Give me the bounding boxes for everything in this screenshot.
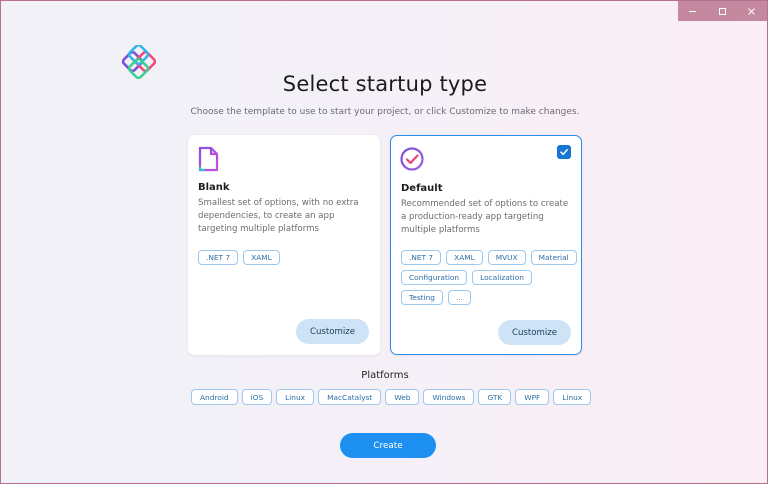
- platform-chip-ios: iOS: [241, 389, 273, 405]
- tag-chip: Testing: [401, 290, 443, 305]
- card-tags: .NET 7 XAML MVUX Material Configuration …: [401, 250, 577, 305]
- check-circle-icon: [400, 147, 424, 171]
- card-title: Default: [401, 183, 443, 194]
- card-tags: .NET 7 XAML: [198, 250, 374, 265]
- tag-chip: Localization: [472, 270, 532, 285]
- checkmark-icon: [560, 149, 568, 156]
- template-card-blank[interactable]: Blank Smallest set of options, with no e…: [188, 135, 380, 355]
- tag-chip: XAML: [446, 250, 483, 265]
- file-icon: [198, 146, 219, 172]
- platform-chip-windows: Windows: [423, 389, 475, 405]
- page-subtitle: Choose the template to use to start your…: [190, 107, 580, 117]
- close-icon: [748, 7, 756, 15]
- tag-chip: .NET 7: [401, 250, 442, 265]
- platforms-list: Android iOS Linux MacCatalyst Web Window…: [191, 389, 592, 405]
- platform-chip-gtk: GTK: [478, 389, 512, 405]
- create-button[interactable]: Create: [340, 433, 436, 458]
- platform-chip-maccatalyst: MacCatalyst: [318, 389, 382, 405]
- tag-chip: MVUX: [487, 250, 526, 265]
- app-window: Select startup type Choose the template …: [0, 0, 768, 484]
- page-title: Select startup type: [282, 72, 488, 96]
- minimize-icon: [689, 10, 697, 12]
- platform-chip-wpf: WPF: [515, 389, 550, 405]
- maximize-button[interactable]: [708, 1, 738, 21]
- window-controls: [678, 1, 767, 21]
- close-button[interactable]: [737, 1, 767, 21]
- tag-chip: XAML: [243, 250, 280, 265]
- platform-chip-android: Android: [191, 389, 238, 405]
- template-card-default[interactable]: Default Recommended set of options to cr…: [390, 135, 582, 355]
- platforms-heading: Platforms: [361, 370, 409, 381]
- tag-chip: Configuration: [401, 270, 468, 285]
- platform-chip-linux: Linux: [276, 389, 315, 405]
- maximize-icon: [718, 7, 726, 15]
- customize-button-blank[interactable]: Customize: [296, 319, 369, 344]
- platform-chip-linux-fb: Linux: [553, 389, 592, 405]
- selected-checkbox[interactable]: [557, 145, 571, 159]
- tag-chip: Material: [530, 250, 577, 265]
- more-tags-chip[interactable]: ...: [447, 290, 472, 305]
- platform-chip-web: Web: [385, 389, 420, 405]
- tag-chip: .NET 7: [198, 250, 239, 265]
- card-description: Smallest set of options, with no extra d…: [198, 198, 359, 234]
- minimize-button[interactable]: [678, 1, 708, 21]
- customize-button-default[interactable]: Customize: [498, 320, 571, 345]
- card-description: Recommended set of options to create a p…: [401, 199, 569, 235]
- card-title: Blank: [198, 182, 230, 193]
